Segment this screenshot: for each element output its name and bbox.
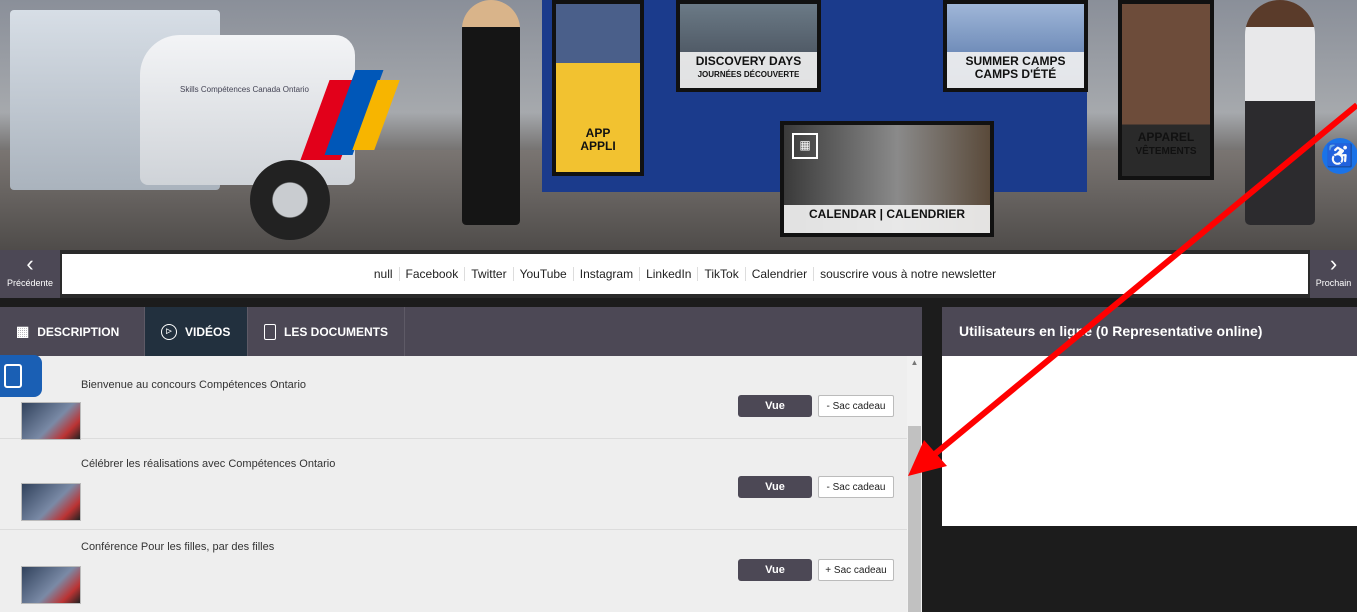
gift-bag-button[interactable]: - Sac cadeau [818, 395, 894, 417]
calendar-icon: ▦ [792, 133, 818, 159]
video-list: Bienvenue au concours Compétences Ontari… [0, 356, 907, 612]
video-row: Conférence Pour les filles, par des fill… [0, 530, 907, 612]
video-row: Bienvenue au concours Compétences Ontari… [0, 356, 907, 440]
truck-image: Skills Compétences Canada Ontario [10, 10, 400, 240]
link-facebook[interactable]: Facebook [398, 267, 465, 281]
panel-apparel[interactable]: APPAREL VÊTEMENTS [1118, 0, 1214, 180]
view-button[interactable]: Vue [738, 559, 812, 581]
host-man-figure [1245, 0, 1315, 225]
tab-description[interactable]: ▦ DESCRIPTION [0, 307, 145, 356]
video-list-scrollbar[interactable]: ▲ [907, 356, 922, 612]
panel-summer-camps[interactable]: SUMMER CAMPS CAMPS D'ÉTÉ [943, 0, 1088, 92]
video-title: Bienvenue au concours Compétences Ontari… [81, 379, 307, 391]
gift-bag-button[interactable]: - Sac cadeau [818, 476, 894, 498]
scrollbar-thumb[interactable] [908, 426, 921, 612]
panel-calendar[interactable]: ▦ CALENDAR | CALENDRIER [780, 121, 994, 237]
video-row: Célébrer les réalisations avec Compétenc… [0, 447, 907, 530]
side-widget-button[interactable] [0, 355, 42, 397]
panel-app[interactable]: APP APPLI [552, 0, 644, 176]
link-bar: ‹ Précédente null Facebook Twitter YouTu… [0, 250, 1357, 298]
play-icon: ▷ [161, 323, 177, 340]
truck-wheel [250, 160, 330, 240]
scroll-up-icon[interactable]: ▲ [907, 358, 922, 370]
link-tiktok[interactable]: TikTok [697, 267, 744, 281]
building-icon: ▦ [16, 323, 30, 339]
chevron-left-icon: ‹ [26, 251, 34, 276]
social-links: null Facebook Twitter YouTube Instagram … [62, 254, 1308, 294]
gift-bag-button[interactable]: + Sac cadeau [818, 559, 894, 581]
accessibility-icon[interactable]: ♿ [1322, 138, 1357, 174]
truck-logo: Skills Compétences Canada Ontario [180, 85, 309, 94]
tab-bar: ▦ DESCRIPTION ▷ VIDÉOS LES DOCUMENTS [0, 307, 922, 356]
video-title: Conférence Pour les filles, par des fill… [81, 541, 275, 553]
link-calendrier[interactable]: Calendrier [744, 267, 813, 281]
video-thumbnail[interactable] [21, 483, 81, 521]
video-thumbnail[interactable] [21, 402, 81, 440]
link-instagram[interactable]: Instagram [572, 267, 639, 281]
link-null[interactable]: null [368, 267, 399, 281]
panel-discovery-days[interactable]: DISCOVERY DAYS JOURNÉES DÉCOUVERTE [676, 0, 821, 92]
booth-banner: Skills Compétences Canada Ontario APP AP… [0, 0, 1357, 250]
video-title: Célébrer les réalisations avec Compétenc… [81, 458, 336, 470]
content-panel: ▦ DESCRIPTION ▷ VIDÉOS LES DOCUMENTS Bie… [0, 307, 922, 612]
widget-icon [4, 364, 22, 388]
video-thumbnail[interactable] [21, 566, 81, 604]
host-woman-figure [462, 0, 520, 225]
online-users-list [942, 356, 1357, 526]
document-icon [264, 323, 276, 340]
chevron-right-icon: › [1329, 251, 1338, 276]
view-button[interactable]: Vue [738, 395, 812, 417]
tab-documents[interactable]: LES DOCUMENTS [248, 307, 405, 356]
link-linkedin[interactable]: LinkedIn [639, 267, 697, 281]
view-button[interactable]: Vue [738, 476, 812, 498]
online-users-header: Utilisateurs en ligne (0 Representative … [942, 307, 1357, 356]
next-button[interactable]: › Prochain [1310, 250, 1357, 298]
previous-button[interactable]: ‹ Précédente [0, 250, 60, 298]
link-twitter[interactable]: Twitter [464, 267, 512, 281]
link-newsletter[interactable]: souscrire vous à notre newsletter [813, 267, 1002, 281]
link-youtube[interactable]: YouTube [512, 267, 573, 281]
tab-videos[interactable]: ▷ VIDÉOS [145, 307, 248, 356]
